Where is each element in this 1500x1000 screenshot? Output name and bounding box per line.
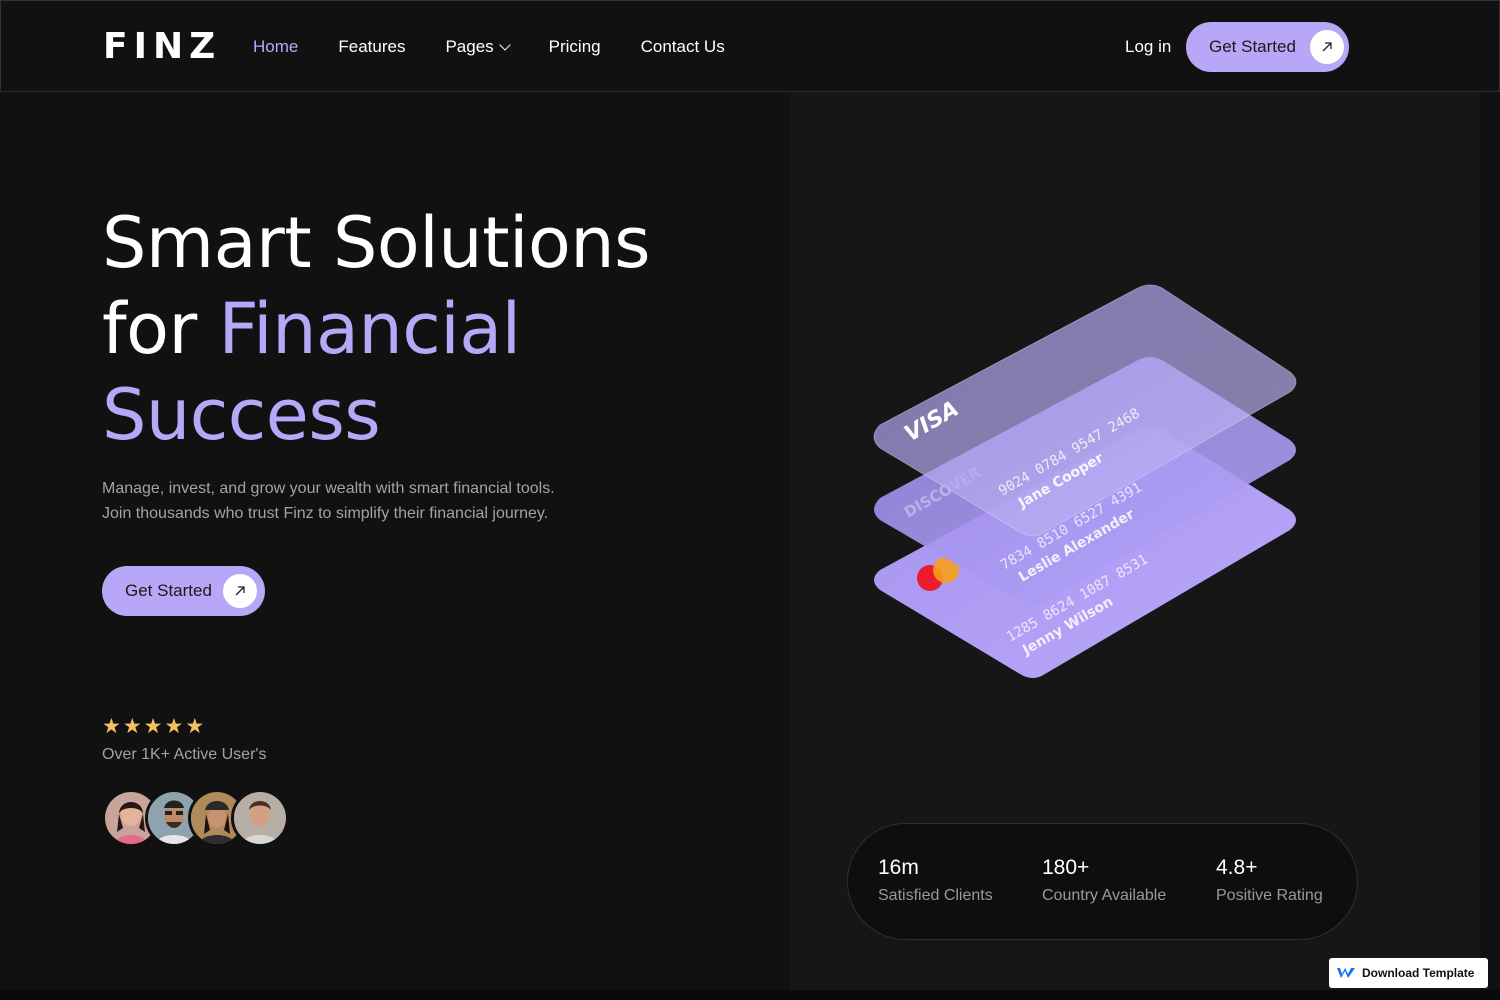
stat-countries: 180+ Country Available <box>1042 854 1166 908</box>
button-label: Get Started <box>125 581 212 600</box>
nav-item-label: Pages <box>445 37 494 56</box>
stat-rating: 4.8+ Positive Rating <box>1216 854 1323 908</box>
nav-item-contact[interactable]: Contact Us <box>641 35 725 59</box>
stat-value: 16m <box>878 856 919 879</box>
hero-get-started-button[interactable]: Get Started <box>102 566 265 616</box>
title-for: for <box>102 288 219 370</box>
login-link[interactable]: Log in <box>1125 35 1171 59</box>
arrow-up-right-icon <box>223 574 257 608</box>
nav-item-home[interactable]: Home <box>253 35 298 59</box>
nav-item-features[interactable]: Features <box>338 35 405 59</box>
avatar-group <box>102 789 289 847</box>
nav-item-label: Features <box>338 37 406 56</box>
top-navbar: FINZ Home Features Pages Pricing Contact… <box>0 0 1500 92</box>
active-users-text: Over 1K+ Active User's <box>102 746 267 763</box>
webflow-icon <box>1337 968 1355 978</box>
description-line: Manage, invest, and grow your wealth wit… <box>102 480 555 497</box>
stat-clients: 16m Satisfied Clients <box>878 854 993 908</box>
credit-cards-illustration: 1285 8624 1087 8531 Jenny Wilson DISCOVE… <box>850 270 1330 710</box>
rating-stars: ★ ★ ★ ★ ★ <box>102 715 204 739</box>
nav-item-label: Contact Us <box>640 37 725 56</box>
stats-panel: 16m Satisfied Clients 180+ Country Avail… <box>847 823 1358 940</box>
star-icon: ★ <box>185 715 205 738</box>
bottom-edge <box>0 990 1500 1000</box>
title-accent: Financial <box>218 288 522 370</box>
stat-label: Satisfied Clients <box>878 887 993 904</box>
title-line: Smart Solutions <box>102 202 651 284</box>
logo-text: FINZ <box>103 26 222 67</box>
star-icon: ★ <box>143 715 163 738</box>
star-icon: ★ <box>122 715 142 738</box>
nav-item-label: Pricing <box>548 37 601 56</box>
description-line: Join thousands who trust Finz to simplif… <box>102 505 549 522</box>
chevron-down-icon <box>498 39 511 51</box>
stat-value: 180+ <box>1042 856 1090 879</box>
title-accent: Success <box>102 374 381 456</box>
star-icon: ★ <box>102 715 121 738</box>
stat-label: Positive Rating <box>1216 887 1323 904</box>
download-template-badge[interactable]: Download Template <box>1329 958 1488 988</box>
badge-label: Download Template <box>1362 966 1475 980</box>
hero-title: Smart Solutions for Financial Success <box>102 200 742 458</box>
nav-menu: Home Features Pages Pricing Contact Us <box>253 35 765 59</box>
avatar <box>231 789 289 847</box>
arrow-up-right-icon <box>1310 30 1344 64</box>
hero-description: Manage, invest, and grow your wealth wit… <box>102 476 642 526</box>
nav-get-started-button[interactable]: Get Started <box>1186 22 1349 72</box>
nav-item-pricing[interactable]: Pricing <box>549 35 601 59</box>
button-label: Get Started <box>1209 37 1296 56</box>
nav-item-label: Home <box>253 37 299 56</box>
nav-item-pages[interactable]: Pages <box>445 35 511 59</box>
finz-logo[interactable]: FINZ <box>103 26 222 67</box>
star-icon: ★ <box>164 715 184 738</box>
stat-label: Country Available <box>1042 887 1167 904</box>
stat-value: 4.8+ <box>1216 856 1258 879</box>
